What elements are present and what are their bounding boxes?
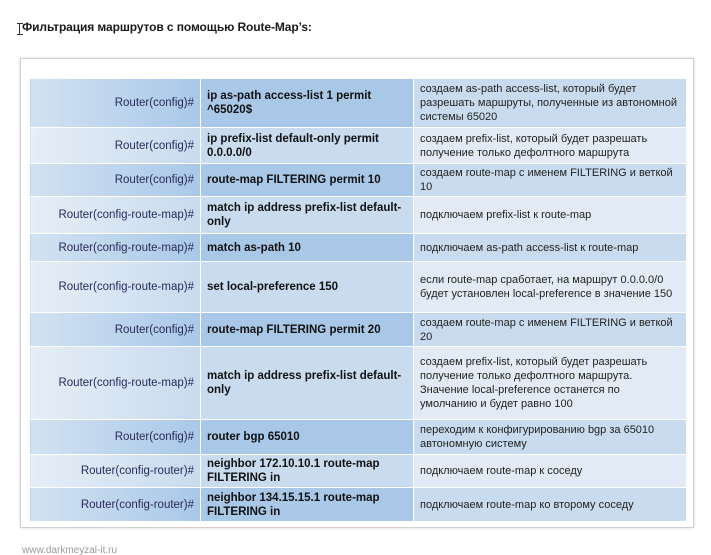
- description: если route-map сработает, на маршрут 0.0…: [413, 261, 687, 313]
- table-row: Router(config)# ip prefix-list default-o…: [29, 127, 687, 164]
- description: создаем route-map с именем FILTERING и в…: [413, 163, 687, 197]
- table-row: Router(config-router)# neighbor 134.15.1…: [29, 487, 687, 522]
- table-row: Router(config)# route-map FILTERING perm…: [29, 312, 687, 347]
- router-prompt: Router(config)#: [29, 312, 201, 347]
- router-prompt: Router(config-route-map)#: [29, 346, 201, 420]
- route-map-table: Router(config)# ip as-path access-list 1…: [29, 78, 687, 522]
- command: route-map FILTERING permit 20: [200, 312, 414, 347]
- command: neighbor 134.15.15.1 route-map FILTERING…: [200, 487, 414, 522]
- table-row: Router(config)# router bgp 65010 переход…: [29, 419, 687, 455]
- router-prompt: Router(config)#: [29, 127, 201, 164]
- footer-url: www.darkmeyzal-it.ru: [22, 545, 118, 555]
- description: создаем prefix-list, который будет разре…: [413, 127, 687, 164]
- description: создаем as-path access-list, который буд…: [413, 78, 687, 128]
- router-prompt: Router(config-router)#: [29, 454, 201, 488]
- router-prompt: Router(config-route-map)#: [29, 261, 201, 313]
- table-row: Router(config-route-map)# match ip addre…: [29, 346, 687, 420]
- command: router bgp 65010: [200, 419, 414, 455]
- table-row: Router(config-router)# neighbor 172.10.1…: [29, 454, 687, 488]
- command: route-map FILTERING permit 10: [200, 163, 414, 197]
- table-row: Router(config)# route-map FILTERING perm…: [29, 163, 687, 197]
- description: создаем route-map с именем FILTERING и в…: [413, 312, 687, 347]
- description: подключаем as-path access-list к route-m…: [413, 233, 687, 262]
- description: переходим к конфигурированию bgp за 6501…: [413, 419, 687, 455]
- command: ip as-path access-list 1 permit ^65020$: [200, 78, 414, 128]
- table-row: Router(config-route-map)# match ip addre…: [29, 196, 687, 234]
- router-prompt: Router(config-route-map)#: [29, 196, 201, 234]
- table-row: Router(config-route-map)# match as-path …: [29, 233, 687, 262]
- router-prompt: Router(config)#: [29, 419, 201, 455]
- page-title: Фильтрация маршрутов с помощью Route-Map…: [22, 20, 312, 34]
- description: подключаем route-map к соседу: [413, 454, 687, 488]
- command: match as-path 10: [200, 233, 414, 262]
- table-row: Router(config-route-map)# set local-pref…: [29, 261, 687, 313]
- description: подключаем route-map ко второму соседу: [413, 487, 687, 522]
- command: match ip address prefix-list default-onl…: [200, 346, 414, 420]
- table-row: Router(config)# ip as-path access-list 1…: [29, 78, 687, 128]
- command: set local-preference 150: [200, 261, 414, 313]
- description: создаем prefix-list, который будет разре…: [413, 346, 687, 420]
- router-prompt: Router(config-route-map)#: [29, 233, 201, 262]
- command: match ip address prefix-list default-onl…: [200, 196, 414, 234]
- router-prompt: Router(config-router)#: [29, 487, 201, 522]
- command: neighbor 172.10.10.1 route-map FILTERING…: [200, 454, 414, 488]
- command: ip prefix-list default-only permit 0.0.0…: [200, 127, 414, 164]
- router-prompt: Router(config)#: [29, 163, 201, 197]
- router-prompt: Router(config)#: [29, 78, 201, 128]
- description: подключаем prefix-list к route-map: [413, 196, 687, 234]
